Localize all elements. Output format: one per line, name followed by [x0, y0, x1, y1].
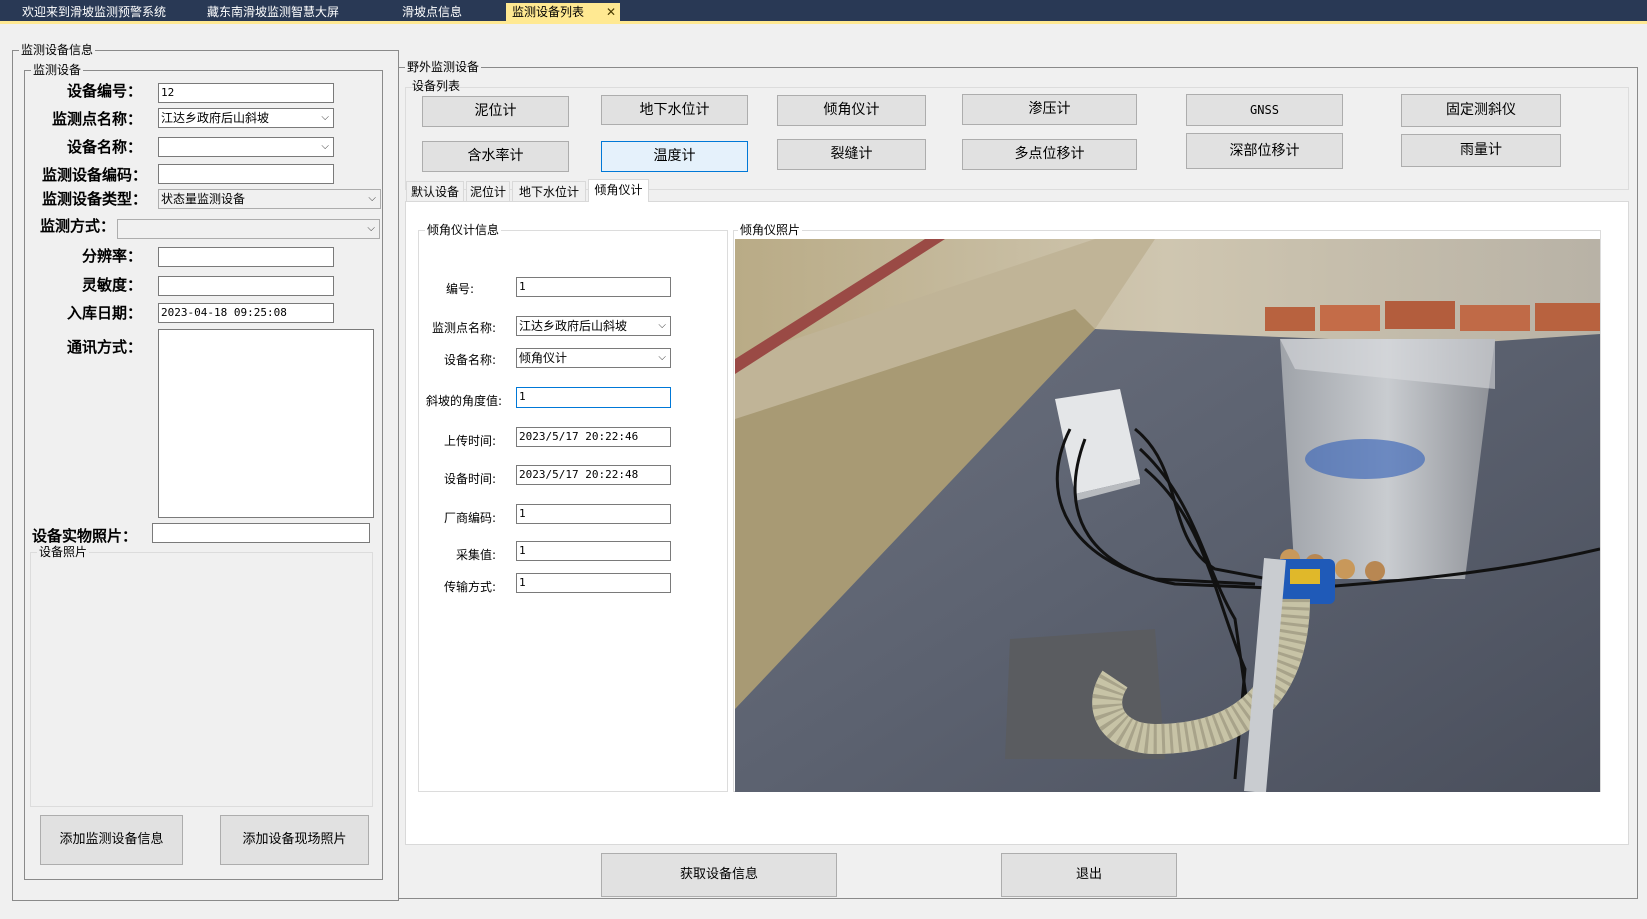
chevron-down-icon: ⌵ [321, 141, 329, 152]
device-photo-group: 设备照片 [30, 545, 373, 807]
tab-label: 欢迎来到滑坡监测预警系统 [22, 5, 167, 19]
resolution-label: 分辨率： [81, 247, 142, 265]
deep-displacement-button[interactable]: 深部位移计 [1186, 133, 1343, 169]
group-title: 倾角仪照片 [738, 223, 803, 237]
slope-angle-field[interactable]: 1 [516, 387, 671, 408]
serial-no-field[interactable]: 1 [516, 277, 671, 297]
thermometer-button[interactable]: 温度计 [601, 141, 748, 172]
inclinometer-button[interactable]: 倾角仪计 [777, 95, 926, 126]
sensitivity-label: 灵敏度： [81, 276, 142, 294]
sensitivity-field[interactable] [158, 276, 334, 296]
tab-inclinometer[interactable]: 倾角仪计 [588, 179, 649, 202]
device-name-combo[interactable]: ⌵ [158, 137, 334, 157]
group-title: 野外监测设备 [405, 60, 482, 74]
groundwater-button[interactable]: 地下水位计 [601, 95, 748, 125]
device-no-label: 设备编号： [66, 82, 142, 100]
group-title: 监测设备 [31, 63, 84, 77]
field-label: 设备名称: [443, 353, 496, 367]
device-type-combo[interactable]: 状态量监测设备 ⌵ [158, 189, 381, 209]
tab-default-device[interactable]: 默认设备 [406, 181, 464, 201]
combo-value: 江达乡政府后山斜坡 [519, 319, 628, 333]
group-title: 倾角仪计信息 [425, 223, 502, 237]
tab-welcome[interactable]: 欢迎来到滑坡监测预警系统 [16, 3, 186, 21]
point-name-combo[interactable]: 江达乡政府后山斜坡 ⌵ [516, 316, 671, 336]
storage-date-label: 入库日期： [66, 304, 142, 322]
piezometer-button[interactable]: 渗压计 [962, 94, 1137, 125]
add-site-photo-button[interactable]: 添加设备现场照片 [220, 815, 369, 865]
method-combo[interactable]: ⌵ [117, 219, 380, 239]
add-device-info-button[interactable]: 添加监测设备信息 [40, 815, 183, 865]
device-type-label: 监测设备类型： [41, 190, 147, 208]
combo-value: 江达乡政府后山斜坡 [161, 111, 270, 125]
exit-button[interactable]: 退出 [1001, 853, 1177, 897]
tab-label: 监测设备列表 [512, 5, 585, 19]
close-icon[interactable]: ✕ [606, 3, 616, 21]
field-label: 上传时间: [443, 434, 496, 448]
chevron-down-icon: ⌵ [658, 352, 666, 363]
transmission-field[interactable]: 1 [516, 573, 671, 593]
tab-landslide-info[interactable]: 滑坡点信息 [396, 3, 496, 21]
combo-value: 状态量监测设备 [161, 192, 246, 206]
document-tab-bar: 欢迎来到滑坡监测预警系统 藏东南滑坡监测智慧大屏 滑坡点信息 监测设备列表 ✕ [0, 0, 1647, 21]
upload-time-field[interactable]: 2023/5/17 20:22:46 [516, 427, 671, 447]
gnss-button[interactable]: GNSS [1186, 94, 1343, 126]
fixed-inclinometer-button[interactable]: 固定测斜仪 [1401, 94, 1561, 127]
field-label: 设备时间: [443, 472, 496, 486]
get-device-info-button[interactable]: 获取设备信息 [601, 853, 837, 897]
field-label: 传输方式: [443, 580, 496, 594]
device-name-label: 设备名称： [66, 138, 142, 156]
point-name-label: 监测点名称： [51, 110, 142, 128]
tab-mud-level[interactable]: 泥位计 [466, 181, 510, 201]
device-name-combo[interactable]: 倾角仪计 ⌵ [516, 348, 671, 368]
device-code-label: 监测设备编码： [41, 166, 147, 184]
method-label: 监测方式： [39, 217, 115, 235]
tab-label: 藏东南滑坡监测智慧大屏 [207, 5, 340, 19]
inclinometer-photo [735, 239, 1600, 792]
tab-big-screen[interactable]: 藏东南滑坡监测智慧大屏 [201, 3, 371, 21]
tab-groundwater[interactable]: 地下水位计 [512, 181, 586, 201]
chevron-down-icon: ⌵ [321, 112, 329, 123]
combo-value: 倾角仪计 [519, 351, 568, 365]
crack-gauge-button[interactable]: 裂缝计 [777, 139, 926, 170]
group-title: 监测设备信息 [19, 43, 96, 57]
device-list-title: 设备列表 [412, 79, 461, 93]
comm-label: 通讯方式： [66, 338, 142, 356]
comm-textarea[interactable] [158, 329, 374, 518]
group-title: 设备照片 [37, 545, 90, 559]
vendor-code-field[interactable]: 1 [516, 504, 671, 524]
field-label: 采集值: [455, 548, 496, 562]
device-code-field[interactable] [158, 164, 334, 184]
field-label: 厂商编码: [443, 511, 496, 525]
device-no-field[interactable]: 12 [158, 83, 334, 103]
tab-label: 滑坡点信息 [402, 5, 463, 19]
resolution-field[interactable] [158, 247, 334, 267]
rain-gauge-button[interactable]: 雨量计 [1401, 134, 1561, 167]
mud-level-button[interactable]: 泥位计 [422, 96, 569, 127]
collected-value-field[interactable]: 1 [516, 541, 671, 561]
chevron-down-icon: ⌵ [368, 193, 376, 204]
storage-date-field[interactable]: 2023-04-18 09:25:08 [158, 303, 334, 323]
chevron-down-icon: ⌵ [658, 320, 666, 331]
photo-label: 设备实物照片： [31, 527, 137, 545]
moisture-button[interactable]: 含水率计 [422, 141, 569, 172]
device-time-field[interactable]: 2023/5/17 20:22:48 [516, 465, 671, 485]
chevron-down-icon: ⌵ [367, 223, 375, 234]
photo-path-field[interactable] [152, 523, 370, 543]
field-label: 编号: [445, 282, 474, 296]
tab-underline [0, 21, 1647, 24]
field-label: 监测点名称: [431, 321, 496, 335]
multipoint-displacement-button[interactable]: 多点位移计 [962, 139, 1137, 170]
tab-device-list[interactable]: 监测设备列表 ✕ [506, 3, 620, 21]
point-name-combo[interactable]: 江达乡政府后山斜坡 ⌵ [158, 108, 334, 128]
field-label: 斜坡的角度值: [425, 394, 502, 408]
